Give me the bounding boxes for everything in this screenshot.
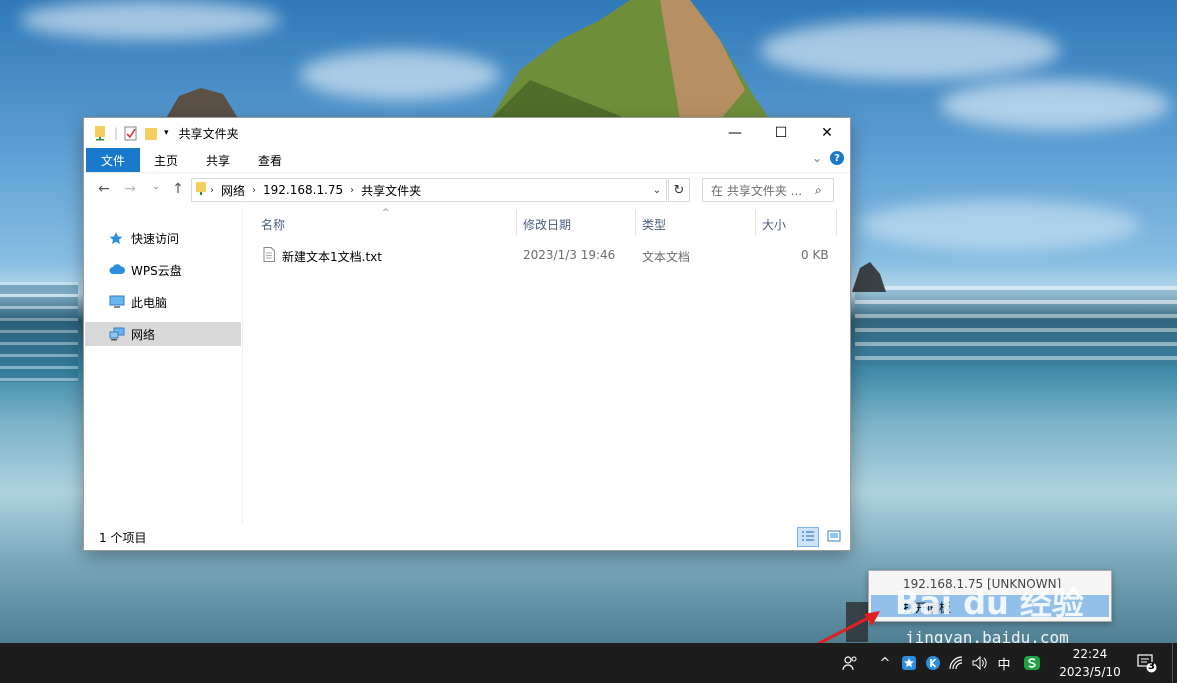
file-list: ^ 名称 修改日期 类型 大小 新建文本1文档.txt 2023/1/3 19:… bbox=[244, 206, 850, 524]
search-icon[interactable]: ⌕ bbox=[815, 183, 833, 198]
nav-item-network[interactable]: 网络 bbox=[85, 322, 241, 346]
people-icon[interactable] bbox=[840, 653, 860, 673]
navigation-bar: ← → ⌄ ↑ › 网络 › 192.168.1.75 › 共享文件夹 ⌄ ↻ … bbox=[84, 173, 850, 207]
breadcrumb-host[interactable]: 192.168.1.75 bbox=[258, 183, 348, 197]
show-desktop-button[interactable] bbox=[1172, 643, 1177, 683]
clock-time: 22:24 bbox=[1072, 647, 1108, 661]
clock-date: 2023/5/10 bbox=[1059, 665, 1121, 679]
status-bar: 1 个项目 bbox=[84, 524, 850, 550]
file-name[interactable]: 新建文本1文档.txt bbox=[282, 248, 382, 265]
nav-item-wps-cloud[interactable]: WPS云盘 bbox=[85, 258, 241, 282]
nav-item-label: 网络 bbox=[131, 327, 156, 342]
nav-item-label: 快速访问 bbox=[131, 231, 180, 246]
breadcrumb-separator-icon[interactable]: › bbox=[250, 185, 258, 196]
table-row[interactable]: 新建文本1文档.txt 2023/1/3 19:46 文本文档 0 KB bbox=[244, 244, 850, 266]
star-icon bbox=[109, 231, 125, 245]
nav-item-this-pc[interactable]: 此电脑 bbox=[85, 290, 241, 314]
taskbar: ^ 中 22:24 2023/5/10 3 bbox=[0, 643, 1177, 683]
search-box[interactable]: 在 共享文件夹 ... ⌕ bbox=[702, 178, 834, 202]
show-hidden-icons-chevron-icon[interactable]: ^ bbox=[877, 653, 893, 673]
recent-locations-chevron-icon[interactable]: ⌄ bbox=[146, 182, 166, 192]
refresh-icon: ↻ bbox=[673, 182, 685, 198]
tab-file[interactable]: 文件 bbox=[86, 148, 141, 172]
k-app-icon[interactable] bbox=[924, 653, 942, 673]
close-button[interactable]: ✕ bbox=[804, 118, 850, 148]
computer-icon bbox=[109, 295, 125, 309]
tab-home[interactable]: 主页 bbox=[140, 148, 192, 172]
bluetooth-star-app-icon[interactable] bbox=[900, 653, 918, 673]
sogou-input-icon[interactable] bbox=[1022, 653, 1042, 673]
volume-icon[interactable] bbox=[971, 653, 989, 673]
explorer-body: 快速访问 WPS云盘 此电脑 网络 ^ 名称 修改日期 类型 大小 新建文本1文… bbox=[84, 206, 850, 524]
ime-indicator[interactable]: 中 bbox=[995, 653, 1013, 673]
wifi-icon[interactable] bbox=[948, 653, 966, 673]
breadcrumb-shared-folder[interactable]: 共享文件夹 bbox=[356, 182, 426, 199]
cloud-icon bbox=[109, 263, 126, 277]
ribbon-expand-icon[interactable]: ⌄ bbox=[812, 151, 822, 165]
large-icons-view-icon bbox=[827, 530, 841, 545]
minimize-button[interactable]: — bbox=[712, 118, 758, 148]
tab-view[interactable]: 查看 bbox=[244, 148, 296, 172]
column-headers: ^ 名称 修改日期 类型 大小 bbox=[244, 206, 850, 242]
title-bar[interactable]: | ▾ 共享文件夹 — ☐ ✕ bbox=[84, 118, 850, 148]
item-count: 1 个项目 bbox=[99, 530, 147, 545]
refresh-button[interactable]: ↻ bbox=[668, 178, 690, 202]
quick-access-toolbar: | ▾ bbox=[84, 125, 169, 141]
column-name[interactable]: 名称 bbox=[261, 216, 285, 233]
large-icons-view-button[interactable] bbox=[823, 527, 845, 547]
breadcrumb-separator-icon[interactable]: › bbox=[348, 185, 356, 196]
file-size: 0 KB bbox=[801, 248, 829, 262]
window-title: 共享文件夹 bbox=[178, 126, 239, 141]
address-bar[interactable]: › 网络 › 192.168.1.75 › 共享文件夹 ⌄ bbox=[191, 178, 667, 202]
ribbon-tabs: 文件 主页 共享 查看 ⌄ ? bbox=[84, 148, 850, 173]
nav-item-quick-access[interactable]: 快速访问 bbox=[85, 226, 241, 250]
tab-share[interactable]: 共享 bbox=[192, 148, 244, 172]
file-type: 文本文档 bbox=[642, 250, 691, 264]
new-folder-icon[interactable] bbox=[144, 125, 158, 141]
network-icon bbox=[109, 327, 125, 341]
back-arrow-icon[interactable]: ← bbox=[94, 181, 114, 197]
nav-item-label: WPS云盘 bbox=[131, 263, 182, 278]
up-arrow-icon[interactable]: ↑ bbox=[168, 181, 188, 197]
column-modified-date[interactable]: 修改日期 bbox=[523, 216, 571, 233]
column-type[interactable]: 类型 bbox=[642, 216, 666, 233]
baidu-watermark: Bai du 经验 bbox=[895, 584, 1084, 622]
column-size[interactable]: 大小 bbox=[762, 216, 786, 233]
system-clock[interactable]: 22:24 2023/5/10 bbox=[1050, 645, 1130, 681]
folder-network-icon bbox=[94, 125, 108, 141]
text-file-icon bbox=[263, 247, 275, 265]
details-view-button[interactable] bbox=[797, 527, 819, 547]
nav-item-label: 此电脑 bbox=[131, 295, 168, 310]
notification-center-icon[interactable]: 3 bbox=[1137, 653, 1157, 673]
breadcrumb-separator-icon[interactable]: › bbox=[208, 185, 216, 196]
help-icon[interactable]: ? bbox=[830, 151, 844, 165]
notification-badge: 3 bbox=[1148, 661, 1155, 672]
navigation-pane: 快速访问 WPS云盘 此电脑 网络 bbox=[84, 206, 243, 524]
file-explorer-window: | ▾ 共享文件夹 — ☐ ✕ 文件 主页 共享 查看 ⌄ ? ← → ⌄ ↑ bbox=[84, 118, 850, 550]
file-modified: 2023/1/3 19:46 bbox=[523, 248, 616, 262]
breadcrumb-network[interactable]: 网络 bbox=[216, 182, 250, 199]
address-dropdown-icon[interactable]: ⌄ bbox=[648, 179, 666, 201]
maximize-button[interactable]: ☐ bbox=[758, 118, 804, 148]
search-placeholder: 在 共享文件夹 ... bbox=[711, 183, 803, 198]
sort-ascending-icon: ^ bbox=[382, 208, 390, 218]
network-folder-icon bbox=[196, 181, 208, 199]
forward-arrow-icon[interactable]: → bbox=[120, 181, 140, 197]
details-view-icon bbox=[801, 530, 815, 545]
qat-dropdown-icon[interactable]: ▾ bbox=[164, 128, 169, 138]
properties-icon[interactable] bbox=[124, 125, 138, 141]
